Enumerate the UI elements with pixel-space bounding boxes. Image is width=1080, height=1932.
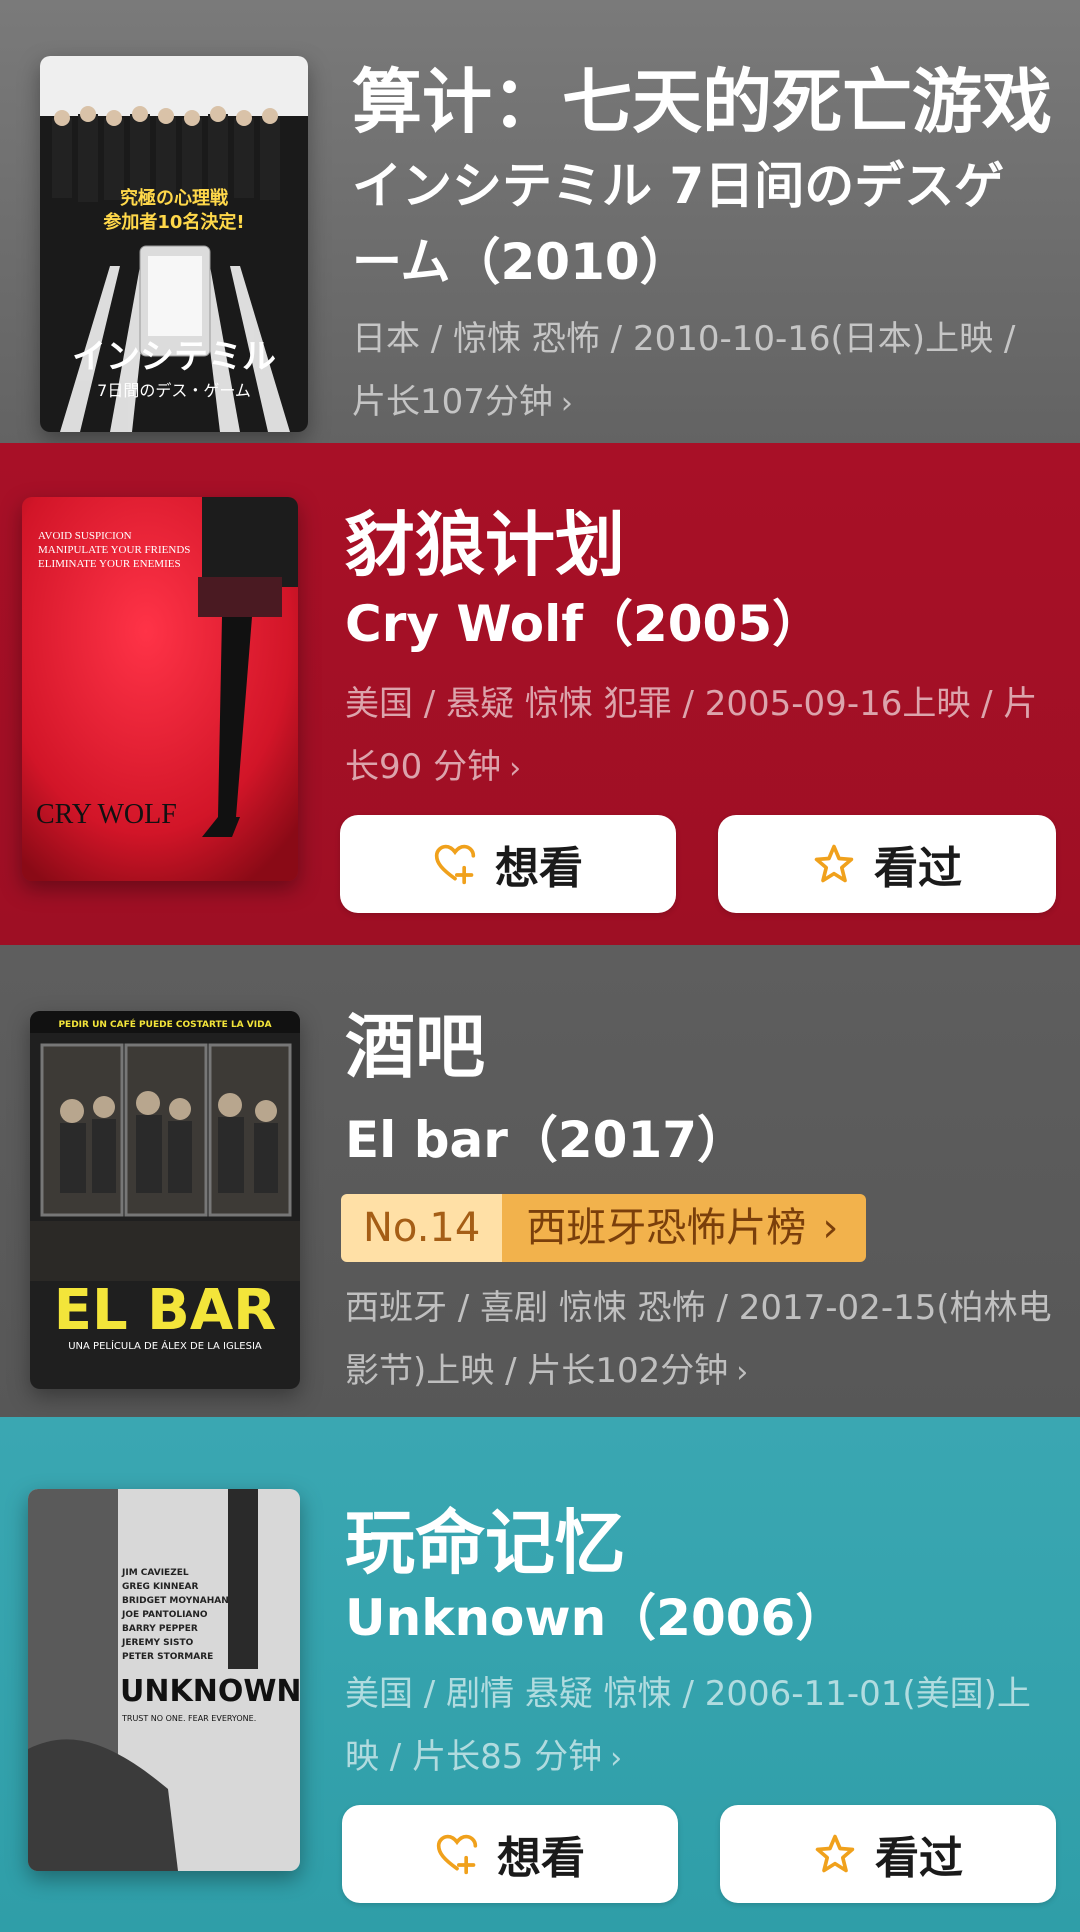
poster-director: UNA PELÍCULA DE ÁLEX DE LA IGLESIA: [68, 1339, 262, 1352]
chevron-right-icon: ›: [509, 751, 522, 786]
want-to-watch-button[interactable]: 想看: [342, 1805, 678, 1903]
want-to-watch-label: 想看: [495, 843, 583, 894]
movie-card-incitemill[interactable]: 究極の心理戦 参加者10名決定! インシテミル 7日間のデス・ゲーム 算计：七天…: [0, 0, 1080, 443]
watched-button[interactable]: 看过: [718, 815, 1056, 913]
want-to-watch-label: 想看: [497, 1833, 585, 1884]
movie-title[interactable]: 酒吧: [345, 1005, 485, 1089]
chevron-right-icon: ›: [610, 1741, 623, 1776]
movie-original-title: インシテミル 7日间のデスゲーム（2010）: [352, 157, 1005, 291]
poster-tagline-2: 参加者10名決定!: [103, 211, 244, 233]
ranking-list-label: 西班牙恐怖片榜: [526, 1205, 807, 1251]
poster-cast-7: PETER STORMARE: [122, 1652, 213, 1662]
movie-card-unknown[interactable]: JIM CAVIEZEL GREG KINNEAR BRIDGET MOYNAH…: [0, 1417, 1080, 1932]
poster-cast-2: GREG KINNEAR: [122, 1582, 198, 1592]
want-to-watch-button[interactable]: 想看: [340, 815, 676, 913]
movie-meta[interactable]: 西班牙 / 喜剧 惊悚 恐怖 / 2017-02-15(柏林电影节)上映 / 片…: [345, 1277, 1055, 1404]
ranking-list-name: 西班牙恐怖片榜 ›: [502, 1194, 867, 1262]
movie-poster[interactable]: AVOID SUSPICION MANIPULATE YOUR FRIENDS …: [22, 497, 298, 881]
poster-cast-1: JIM CAVIEZEL: [121, 1568, 189, 1578]
movie-meta[interactable]: 美国 / 剧情 悬疑 惊悚 / 2006-11-01(美国)上映 / 片长85 …: [345, 1663, 1055, 1790]
movie-meta-text: 日本 / 惊悚 恐怖 / 2010-10-16(日本)上映 / 片长107分钟: [352, 319, 1016, 422]
heart-plus-icon: [436, 1834, 478, 1875]
movie-card-el-bar[interactable]: PEDIR UN CAFÉ PUEDE COSTARTE LA VIDA EL …: [0, 945, 1080, 1417]
movie-poster[interactable]: JIM CAVIEZEL GREG KINNEAR BRIDGET MOYNAH…: [28, 1489, 300, 1871]
poster-cast-3: BRIDGET MOYNAHAN: [122, 1596, 229, 1606]
heart-plus-icon: [434, 844, 476, 885]
poster-tag-1: AVOID SUSPICION: [38, 530, 132, 542]
star-icon: [814, 844, 854, 883]
watched-label: 看过: [875, 1833, 963, 1884]
poster-main-title: EL BAR: [54, 1278, 277, 1343]
movie-original-title: Unknown（2006）: [345, 1589, 846, 1647]
star-icon: [815, 1834, 855, 1873]
ranking-number: No.14: [341, 1194, 503, 1262]
chevron-right-icon: ›: [560, 386, 573, 421]
movie-original-title: Cry Wolf（2005）: [345, 595, 823, 653]
movie-meta-text: 美国 / 悬疑 惊悚 犯罪 / 2005-09-16上映 / 片长90 分钟: [345, 684, 1038, 787]
poster-main-title: CRY WOLF: [36, 799, 177, 830]
movie-title[interactable]: 豺狼计划: [345, 503, 625, 587]
poster-cast-5: BARRY PEPPER: [122, 1624, 198, 1634]
movie-meta[interactable]: 日本 / 惊悚 恐怖 / 2010-10-16(日本)上映 / 片长107分钟 ›: [352, 308, 1052, 435]
ranking-badge[interactable]: No.14 西班牙恐怖片榜 ›: [341, 1194, 867, 1262]
chevron-right-icon: ›: [822, 1205, 839, 1251]
chevron-right-icon: ›: [736, 1355, 749, 1390]
poster-subtitle: 7日間のデス・ゲーム: [97, 381, 251, 400]
movie-title[interactable]: 算计：七天的死亡游戏: [352, 60, 1052, 144]
movie-card-cry-wolf[interactable]: AVOID SUSPICION MANIPULATE YOUR FRIENDS …: [0, 443, 1080, 945]
watched-label: 看过: [874, 843, 962, 894]
poster-tagline-1: 究極の心理戦: [120, 187, 229, 209]
movie-poster[interactable]: PEDIR UN CAFÉ PUEDE COSTARTE LA VIDA EL …: [30, 1011, 300, 1389]
movie-meta-text: 西班牙 / 喜剧 惊悚 恐怖 / 2017-02-15(柏林电影节)上映 / 片…: [345, 1288, 1052, 1391]
movie-poster[interactable]: 究極の心理戦 参加者10名決定! インシテミル 7日間のデス・ゲーム: [40, 56, 308, 432]
poster-tag-3: ELIMINATE YOUR ENEMIES: [38, 558, 181, 570]
poster-cast-4: JOE PANTOLIANO: [121, 1610, 208, 1620]
poster-main-title: インシテミル: [72, 337, 276, 377]
movie-meta-text: 美国 / 剧情 悬疑 惊悚 / 2006-11-01(美国)上映 / 片长85 …: [345, 1674, 1031, 1777]
poster-cast-6: JEREMY SISTO: [121, 1638, 194, 1648]
watched-button[interactable]: 看过: [720, 1805, 1056, 1903]
poster-tagline: TRUST NO ONE. FEAR EVERYONE.: [121, 1714, 256, 1723]
poster-main-title: UNKNOWN: [120, 1674, 300, 1709]
movie-original-title: El bar（2017）: [345, 1111, 748, 1169]
poster-top-tagline: PEDIR UN CAFÉ PUEDE COSTARTE LA VIDA: [58, 1018, 271, 1030]
poster-tag-2: MANIPULATE YOUR FRIENDS: [38, 544, 190, 556]
movie-meta[interactable]: 美国 / 悬疑 惊悚 犯罪 / 2005-09-16上映 / 片长90 分钟 ›: [345, 673, 1065, 800]
movie-title[interactable]: 玩命记忆: [345, 1501, 625, 1585]
